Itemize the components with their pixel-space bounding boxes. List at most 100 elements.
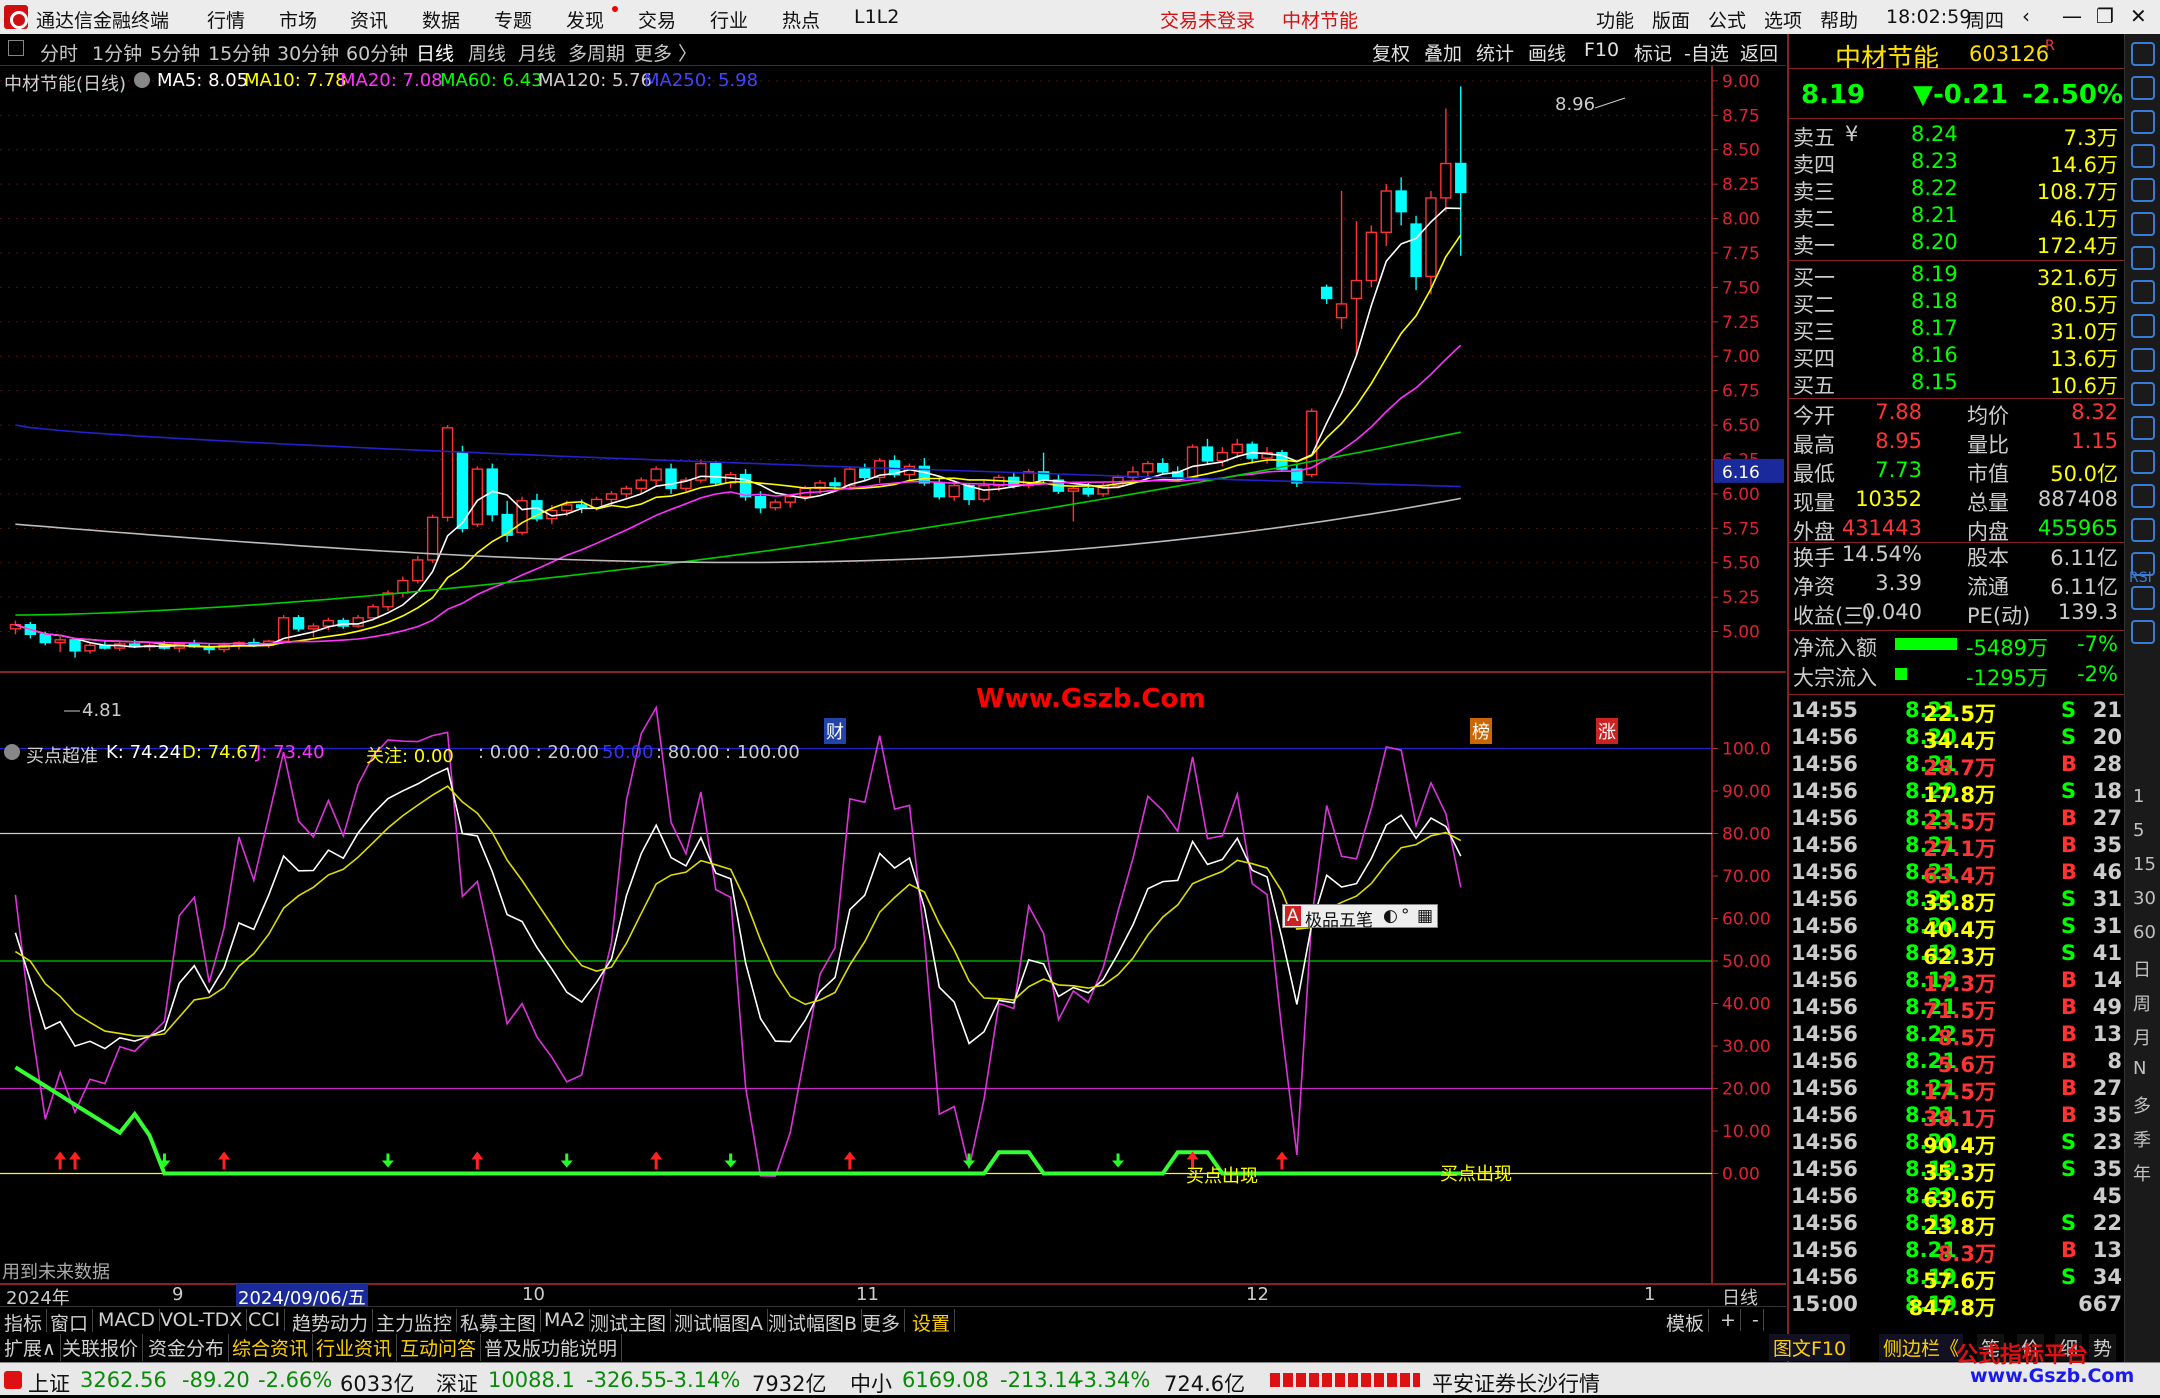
rbar-period-6[interactable]: 日: [2133, 956, 2151, 982]
tab-zijin[interactable]: 资金分布: [144, 1334, 230, 1361]
ask-row[interactable]: 卖四 8.23 14.6万: [1789, 149, 2124, 177]
sidebar-tool-icon[interactable]: [2131, 484, 2155, 508]
menu-xuanxiang[interactable]: 选项: [1764, 6, 1802, 33]
rbar-period-9[interactable]: N: [2133, 1058, 2146, 1079]
tab-puji[interactable]: 普及版功能说明: [480, 1334, 623, 1361]
sidebar-tool-icon[interactable]: [2131, 246, 2155, 270]
back-icon[interactable]: ‹: [2022, 4, 2030, 28]
ime-a-icon[interactable]: A: [1285, 906, 1301, 926]
period-5min[interactable]: 5分钟: [150, 39, 200, 66]
period-fenshi[interactable]: 分时: [40, 39, 78, 66]
rbar-period-3[interactable]: 15: [2133, 854, 2156, 875]
period-30min[interactable]: 30分钟: [277, 39, 339, 66]
bid-row[interactable]: 买四 8.16 13.6万: [1789, 343, 2124, 371]
sidebar-tool-icon[interactable]: [2131, 382, 2155, 406]
indicator-name[interactable]: 买点超准: [26, 742, 98, 768]
chart-area[interactable]: 9.00 8.75 8.50 8.25 8.00 7.75 7.50 7.25 7.00 6.75…: [0, 66, 1786, 1310]
tab-macd[interactable]: MACD: [94, 1309, 160, 1331]
bid-row[interactable]: 买三 8.17 31.0万: [1789, 316, 2124, 344]
menu-zixun[interactable]: 资讯: [350, 6, 388, 33]
sidebar-tool-icon[interactable]: [2131, 416, 2155, 440]
menu-bangzhu[interactable]: 帮助: [1820, 6, 1858, 33]
period-daily[interactable]: 日线: [416, 39, 454, 66]
sz-label[interactable]: 深证: [436, 1368, 478, 1398]
tab-minus[interactable]: -: [1748, 1309, 1764, 1331]
sidebar-tool-icon[interactable]: [2131, 110, 2155, 134]
sidebar-tool-icon[interactable]: [2131, 314, 2155, 338]
rbar-period-5[interactable]: 60: [2133, 922, 2156, 943]
ime-toolbar[interactable]: A 极品五笔 ◐ ° ▦: [1282, 904, 1438, 931]
ask-row[interactable]: 卖二 8.21 46.1万: [1789, 203, 2124, 231]
sidebar-tool-icon[interactable]: [2131, 620, 2155, 644]
period-monthly[interactable]: 月线: [518, 39, 556, 66]
restore-icon[interactable]: ❐: [2096, 4, 2114, 28]
bid-row[interactable]: 买五 8.15 10.6万: [1789, 370, 2124, 398]
btn-f10[interactable]: F10: [1584, 39, 1619, 61]
marker-zhang[interactable]: 涨: [1596, 718, 1618, 744]
sh-label[interactable]: 上证: [28, 1368, 70, 1398]
rbar-period-4[interactable]: 30: [2133, 888, 2156, 909]
marker-cai[interactable]: 财: [824, 718, 846, 744]
sidebar-tool-icon[interactable]: [2131, 348, 2155, 372]
sidebar-tool-icon[interactable]: [2131, 280, 2155, 304]
btn-biaoji[interactable]: 标记: [1634, 39, 1672, 66]
btn-tongji[interactable]: 统计: [1476, 39, 1514, 66]
tab-hangyezixun[interactable]: 行业资讯: [312, 1334, 398, 1361]
tab-cci[interactable]: CCI: [244, 1309, 286, 1331]
indicator-settings-icon[interactable]: [4, 744, 20, 760]
menu-shuju[interactable]: 数据: [422, 6, 460, 33]
menu-gongneng[interactable]: 功能: [1596, 6, 1634, 33]
minimize-icon[interactable]: —: [2062, 4, 2082, 28]
period-weekly[interactable]: 周线: [468, 39, 506, 66]
ime-punct-icon[interactable]: °: [1401, 906, 1410, 926]
btn-fanhui[interactable]: 返回: [1740, 39, 1778, 66]
rbar-period-10[interactable]: 多: [2133, 1092, 2151, 1118]
btn-zixuan[interactable]: -自选: [1684, 39, 1729, 66]
period-multi[interactable]: 多周期: [568, 39, 625, 66]
rbar-period-7[interactable]: 周: [2133, 990, 2151, 1016]
marker-bang[interactable]: 榜: [1470, 718, 1492, 744]
sidebar-tool-icon[interactable]: [2131, 518, 2155, 542]
menu-hangye[interactable]: 行业: [710, 6, 748, 33]
ask-row[interactable]: 卖一 8.20 172.4万: [1789, 230, 2124, 258]
menu-banmian[interactable]: 版面: [1652, 6, 1690, 33]
menu-faxian[interactable]: 发现: [566, 6, 604, 33]
tab-kuozhan[interactable]: 扩展∧: [0, 1334, 61, 1361]
tab-ma2[interactable]: MA2: [540, 1309, 591, 1331]
sidebar-tool-icon[interactable]: [2131, 212, 2155, 236]
sidebar-tool-icon[interactable]: [2131, 586, 2155, 610]
bid-row[interactable]: 买二 8.18 80.5万: [1789, 289, 2124, 317]
sidebar-tool-icon[interactable]: [2131, 178, 2155, 202]
chart-canvas[interactable]: 9.00 8.75 8.50 8.25 8.00 7.75 7.50 7.25 7.00 6.75…: [0, 66, 1786, 1306]
rbar-period-8[interactable]: 月: [2133, 1024, 2151, 1050]
menu-hangqing[interactable]: 行情: [207, 6, 245, 33]
menu-shichang[interactable]: 市场: [279, 6, 317, 33]
menu-l1l2[interactable]: L1L2: [854, 6, 899, 28]
zx-label[interactable]: 中小: [850, 1368, 892, 1398]
menu-zhuanti[interactable]: 专题: [494, 6, 532, 33]
tab-plus[interactable]: +: [1716, 1309, 1741, 1331]
menu-gongshi[interactable]: 公式: [1708, 6, 1746, 33]
ask-row[interactable]: 卖三 8.22 108.7万: [1789, 176, 2124, 204]
sidebar-tool-icon[interactable]: [2131, 76, 2155, 100]
login-status[interactable]: 交易未登录: [1160, 6, 1255, 33]
tab-guanlian[interactable]: 关联报价: [58, 1334, 144, 1361]
more-arrow-icon[interactable]: 〉: [678, 39, 697, 66]
ime-moon-icon[interactable]: ◐: [1383, 906, 1398, 926]
close-icon[interactable]: ✕: [2130, 4, 2147, 28]
rbar-period-12[interactable]: 年: [2133, 1160, 2151, 1186]
period-1min[interactable]: 1分钟: [92, 39, 142, 66]
period-15min[interactable]: 15分钟: [208, 39, 270, 66]
sidebar-tool-icon[interactable]: [2131, 144, 2155, 168]
rbar-period-11[interactable]: 季: [2133, 1126, 2151, 1152]
menu-jiaoyi[interactable]: 交易: [638, 6, 676, 33]
tab-vol[interactable]: VOL-TDX: [156, 1309, 248, 1331]
sidebar-tool-icon[interactable]: [2131, 42, 2155, 66]
panel-toggle-icon[interactable]: [8, 40, 24, 56]
settings-circle-icon[interactable]: [134, 72, 150, 88]
ask-row[interactable]: 卖五 ¥8.24 7.3万: [1789, 122, 2124, 150]
menu-redian[interactable]: 热点: [782, 6, 820, 33]
rbar-period-1[interactable]: 1: [2133, 786, 2144, 807]
tab-hudong[interactable]: 互动问答: [396, 1334, 482, 1361]
tab-zonghe[interactable]: 综合资讯: [228, 1334, 314, 1361]
